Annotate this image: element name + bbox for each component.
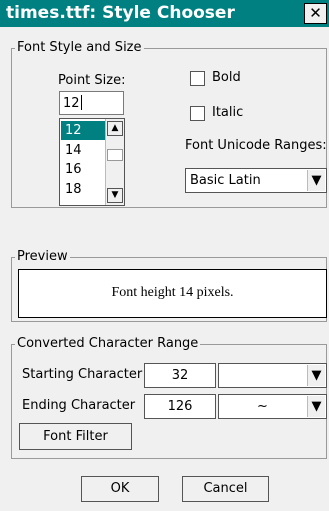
point-size-list[interactable]: 12 14 16 18 ▲ ▼ bbox=[59, 118, 125, 206]
point-size-label: Point Size: bbox=[58, 73, 126, 88]
scroll-up-arrow-icon[interactable]: ▲ bbox=[107, 121, 123, 136]
starting-character-select[interactable]: ▼ bbox=[218, 363, 327, 388]
size-option[interactable]: 14 bbox=[65, 142, 82, 159]
chevron-down-icon[interactable]: ▼ bbox=[307, 396, 325, 417]
preview-legend: Preview bbox=[15, 249, 70, 264]
close-icon: ✕ bbox=[309, 4, 322, 22]
ending-character-select[interactable]: ~ ▼ bbox=[218, 394, 327, 419]
chevron-down-icon[interactable]: ▼ bbox=[307, 170, 325, 191]
starting-character-label: Starting Character bbox=[22, 367, 143, 382]
bold-checkbox[interactable] bbox=[190, 71, 205, 86]
ending-character-input[interactable]: 126 bbox=[144, 394, 216, 419]
ending-character-value: 126 bbox=[167, 399, 193, 414]
preview-box: Font height 14 pixels. bbox=[18, 269, 327, 318]
ok-button[interactable]: OK bbox=[81, 476, 159, 502]
cancel-button[interactable]: Cancel bbox=[182, 476, 269, 502]
font-filter-button[interactable]: Font Filter bbox=[19, 423, 132, 450]
converted-range-legend: Converted Character Range bbox=[15, 336, 201, 351]
size-option-selected[interactable]: 12 bbox=[61, 121, 105, 140]
size-option[interactable]: 16 bbox=[65, 161, 82, 178]
chevron-down-icon[interactable]: ▼ bbox=[307, 365, 325, 386]
unicode-range-select[interactable]: Basic Latin ▼ bbox=[185, 168, 327, 193]
starting-character-value: 32 bbox=[171, 368, 189, 383]
unicode-range-value: Basic Latin bbox=[190, 173, 261, 188]
preview-text: Font height 14 pixels. bbox=[111, 285, 234, 300]
size-option[interactable]: 18 bbox=[65, 181, 82, 198]
list-scrollbar[interactable]: ▲ ▼ bbox=[105, 119, 124, 205]
starting-character-input[interactable]: 32 bbox=[144, 363, 216, 388]
point-size-input[interactable]: 12 bbox=[59, 91, 124, 115]
font-style-legend: Font Style and Size bbox=[15, 40, 144, 55]
close-button[interactable]: ✕ bbox=[304, 3, 327, 24]
italic-checkbox[interactable] bbox=[190, 106, 205, 121]
ending-character-glyph: ~ bbox=[257, 399, 268, 414]
scroll-down-arrow-icon[interactable]: ▼ bbox=[107, 188, 123, 203]
scroll-thumb[interactable] bbox=[107, 149, 123, 161]
italic-label: Italic bbox=[212, 105, 244, 120]
bold-label: Bold bbox=[212, 70, 241, 85]
point-size-value: 12 bbox=[63, 96, 80, 111]
unicode-ranges-label: Font Unicode Ranges: bbox=[185, 138, 327, 153]
ending-character-label: Ending Character bbox=[22, 398, 136, 413]
window-title: times.ttf: Style Chooser bbox=[6, 3, 235, 23]
